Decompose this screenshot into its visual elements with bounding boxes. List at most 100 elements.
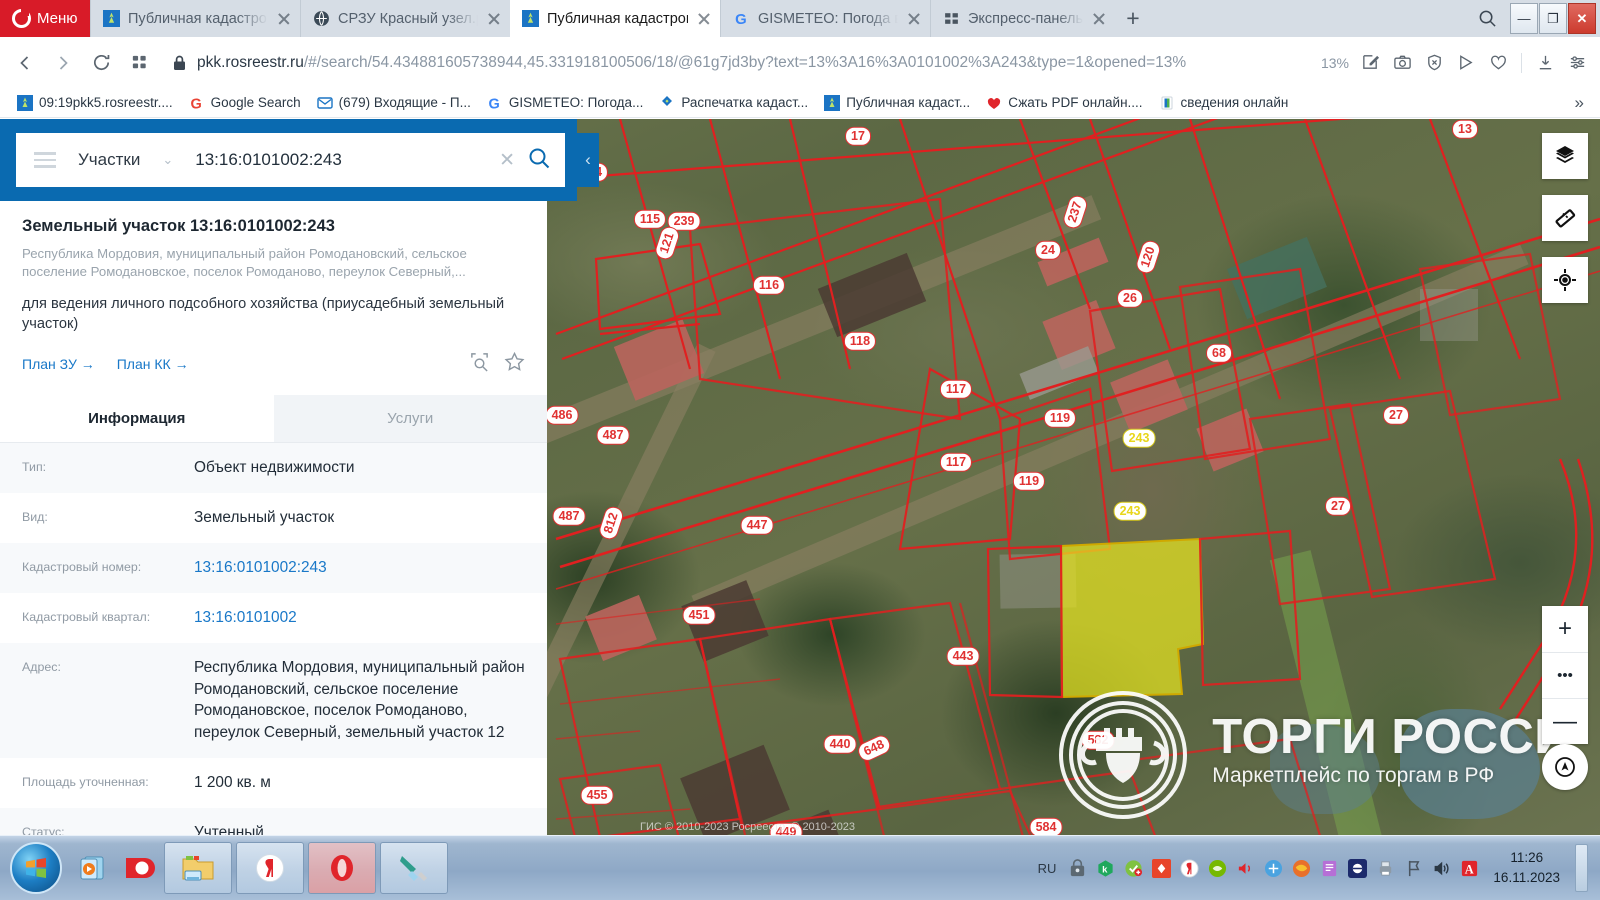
nvidia-icon[interactable] [1207,858,1228,879]
collapse-panel-button[interactable]: ‹ [577,133,599,187]
kaspersky-icon[interactable]: k [1095,858,1116,879]
security-icon[interactable] [1067,858,1088,879]
parcel-label[interactable]: 27 [1325,496,1351,516]
new-tab-button[interactable]: + [1115,0,1151,37]
browser-tab[interactable]: СРЗУ Красный узел.pdf [300,0,510,37]
address-bar[interactable]: pkk.rosreestr.ru/#/search/54.43488160573… [160,46,1317,80]
close-button[interactable]: ✕ [1568,3,1596,34]
back-button[interactable] [8,46,42,80]
bookmark-item[interactable]: (679) Входящие - П... [310,93,478,113]
search-type-label[interactable]: Участки [78,150,140,170]
parcel-label[interactable]: 118 [843,331,877,351]
browser-tab-active[interactable]: Публичная кадастровая ка [510,0,720,37]
language-indicator[interactable]: RU [1038,861,1057,876]
close-icon[interactable] [486,11,502,27]
browser-tab[interactable]: Экспресс-панель [930,0,1115,37]
opera-gx-icon[interactable] [119,845,159,891]
easy-setup-icon[interactable] [1562,48,1592,78]
parcel-label[interactable]: 443 [946,646,980,666]
bookmark-item[interactable]: Распечатка кадаст... [652,93,815,113]
bookmarks-overflow-button[interactable]: » [1575,93,1590,113]
parcel-label[interactable]: 68 [1206,343,1232,363]
map-viewport[interactable]: 1713114115239121237241201162611868117271… [0,119,1600,835]
parcel-label[interactable]: 116 [752,275,786,295]
parcel-label[interactable]: 451 [682,605,716,625]
compass-button[interactable] [1542,744,1588,790]
taskbar-explorer[interactable] [164,842,232,894]
parcel-label[interactable]: 455 [580,785,614,805]
clock[interactable]: 11:26 16.11.2023 [1493,848,1560,887]
shield-blocker-icon[interactable] [1419,48,1449,78]
antivirus-icon[interactable] [1123,858,1144,879]
show-desktop-button[interactable] [1575,844,1588,892]
zoom-out-button[interactable]: — [1542,698,1588,744]
crosshair-button[interactable] [1542,257,1588,303]
parcel-label[interactable]: 117 [939,452,973,472]
taskbar-paint[interactable] [380,842,448,894]
parcel-label[interactable]: 24 [1035,240,1061,260]
zoom-in-button[interactable]: + [1542,606,1588,652]
tab-search-icon[interactable] [1464,0,1510,37]
bookmark-item[interactable]: Сжать PDF онлайн.... [979,93,1149,113]
plan-zu-link[interactable]: План ЗУ → [22,356,95,372]
parcel-label[interactable]: 487 [596,425,630,445]
clear-search-icon[interactable]: ✕ [499,149,515,172]
chevron-down-icon[interactable]: ⌄ [162,152,173,168]
heart-favorites-icon[interactable] [1483,48,1513,78]
start-button[interactable] [10,842,62,894]
measure-button[interactable] [1542,195,1588,241]
minimize-button[interactable]: — [1510,3,1538,34]
parcel-label[interactable]: 27 [1383,405,1409,425]
row-value[interactable]: 13:16:0101002 [194,607,525,629]
row-value[interactable]: 13:16:0101002:243 [194,557,525,579]
parcel-label[interactable]: 119 [1043,408,1077,428]
notes-icon[interactable] [1319,858,1340,879]
parcel-label[interactable]: 115 [633,209,667,229]
bookmark-item[interactable]: G Google Search [182,93,308,113]
favorite-star-icon[interactable] [504,351,525,377]
close-icon[interactable] [906,11,922,27]
parcel-label[interactable]: 440 [823,734,857,754]
media-player-icon[interactable] [73,845,113,891]
downloads-icon[interactable] [1530,48,1560,78]
teamviewer-icon[interactable] [1263,858,1284,879]
speed-dial-button[interactable] [122,46,156,80]
search-field[interactable]: Участки ⌄ 13:16:0101002:243 ✕ [16,133,565,187]
parcel-label[interactable]: 13 [1452,119,1478,139]
taskbar-yandex[interactable] [236,842,304,894]
search-icon[interactable] [527,146,551,175]
browser-tab[interactable]: Публичная кадастровая ка [90,0,300,37]
taskbar-opera[interactable] [308,842,376,894]
flag-icon[interactable] [1403,858,1424,879]
diamond-icon[interactable] [1151,858,1172,879]
bookmark-item[interactable]: сведения онлайн [1152,93,1296,113]
printer-icon[interactable] [1375,858,1396,879]
parcel-label[interactable]: 447 [740,515,774,535]
close-icon[interactable] [276,11,292,27]
acrobat-icon[interactable]: A [1459,858,1480,879]
parcel-label[interactable]: 243 [1113,501,1147,521]
parcel-label[interactable]: 243 [1122,428,1156,448]
reload-button[interactable] [84,46,118,80]
close-icon[interactable] [696,11,712,27]
layers-button[interactable] [1542,133,1588,179]
camera-snapshot-icon[interactable] [1387,48,1417,78]
zoom-presets-button[interactable]: ••• [1542,652,1588,698]
send-flow-icon[interactable] [1451,48,1481,78]
close-icon[interactable] [1091,11,1107,27]
plan-kk-link[interactable]: План КК → [117,356,189,372]
parcel-label[interactable]: 487 [552,506,586,526]
volume-red-icon[interactable] [1235,858,1256,879]
forward-button[interactable] [46,46,80,80]
parcel-label[interactable]: 117 [939,379,973,399]
browser-tab[interactable]: G GISMETEO: Погода в Сара [720,0,930,37]
bookmark-item[interactable]: Публичная кадаст... [817,93,977,113]
firefox-icon[interactable] [1291,858,1312,879]
menu-icon[interactable] [34,152,56,168]
parcel-label[interactable]: 26 [1117,288,1143,308]
tab-information[interactable]: Информация [0,395,274,443]
bookmark-item[interactable]: G GISMETEO: Погода... [480,93,650,113]
search-in-card-icon[interactable] [469,351,490,377]
search-input[interactable]: 13:16:0101002:243 [195,150,499,170]
parcel-label[interactable]: 486 [545,405,579,425]
